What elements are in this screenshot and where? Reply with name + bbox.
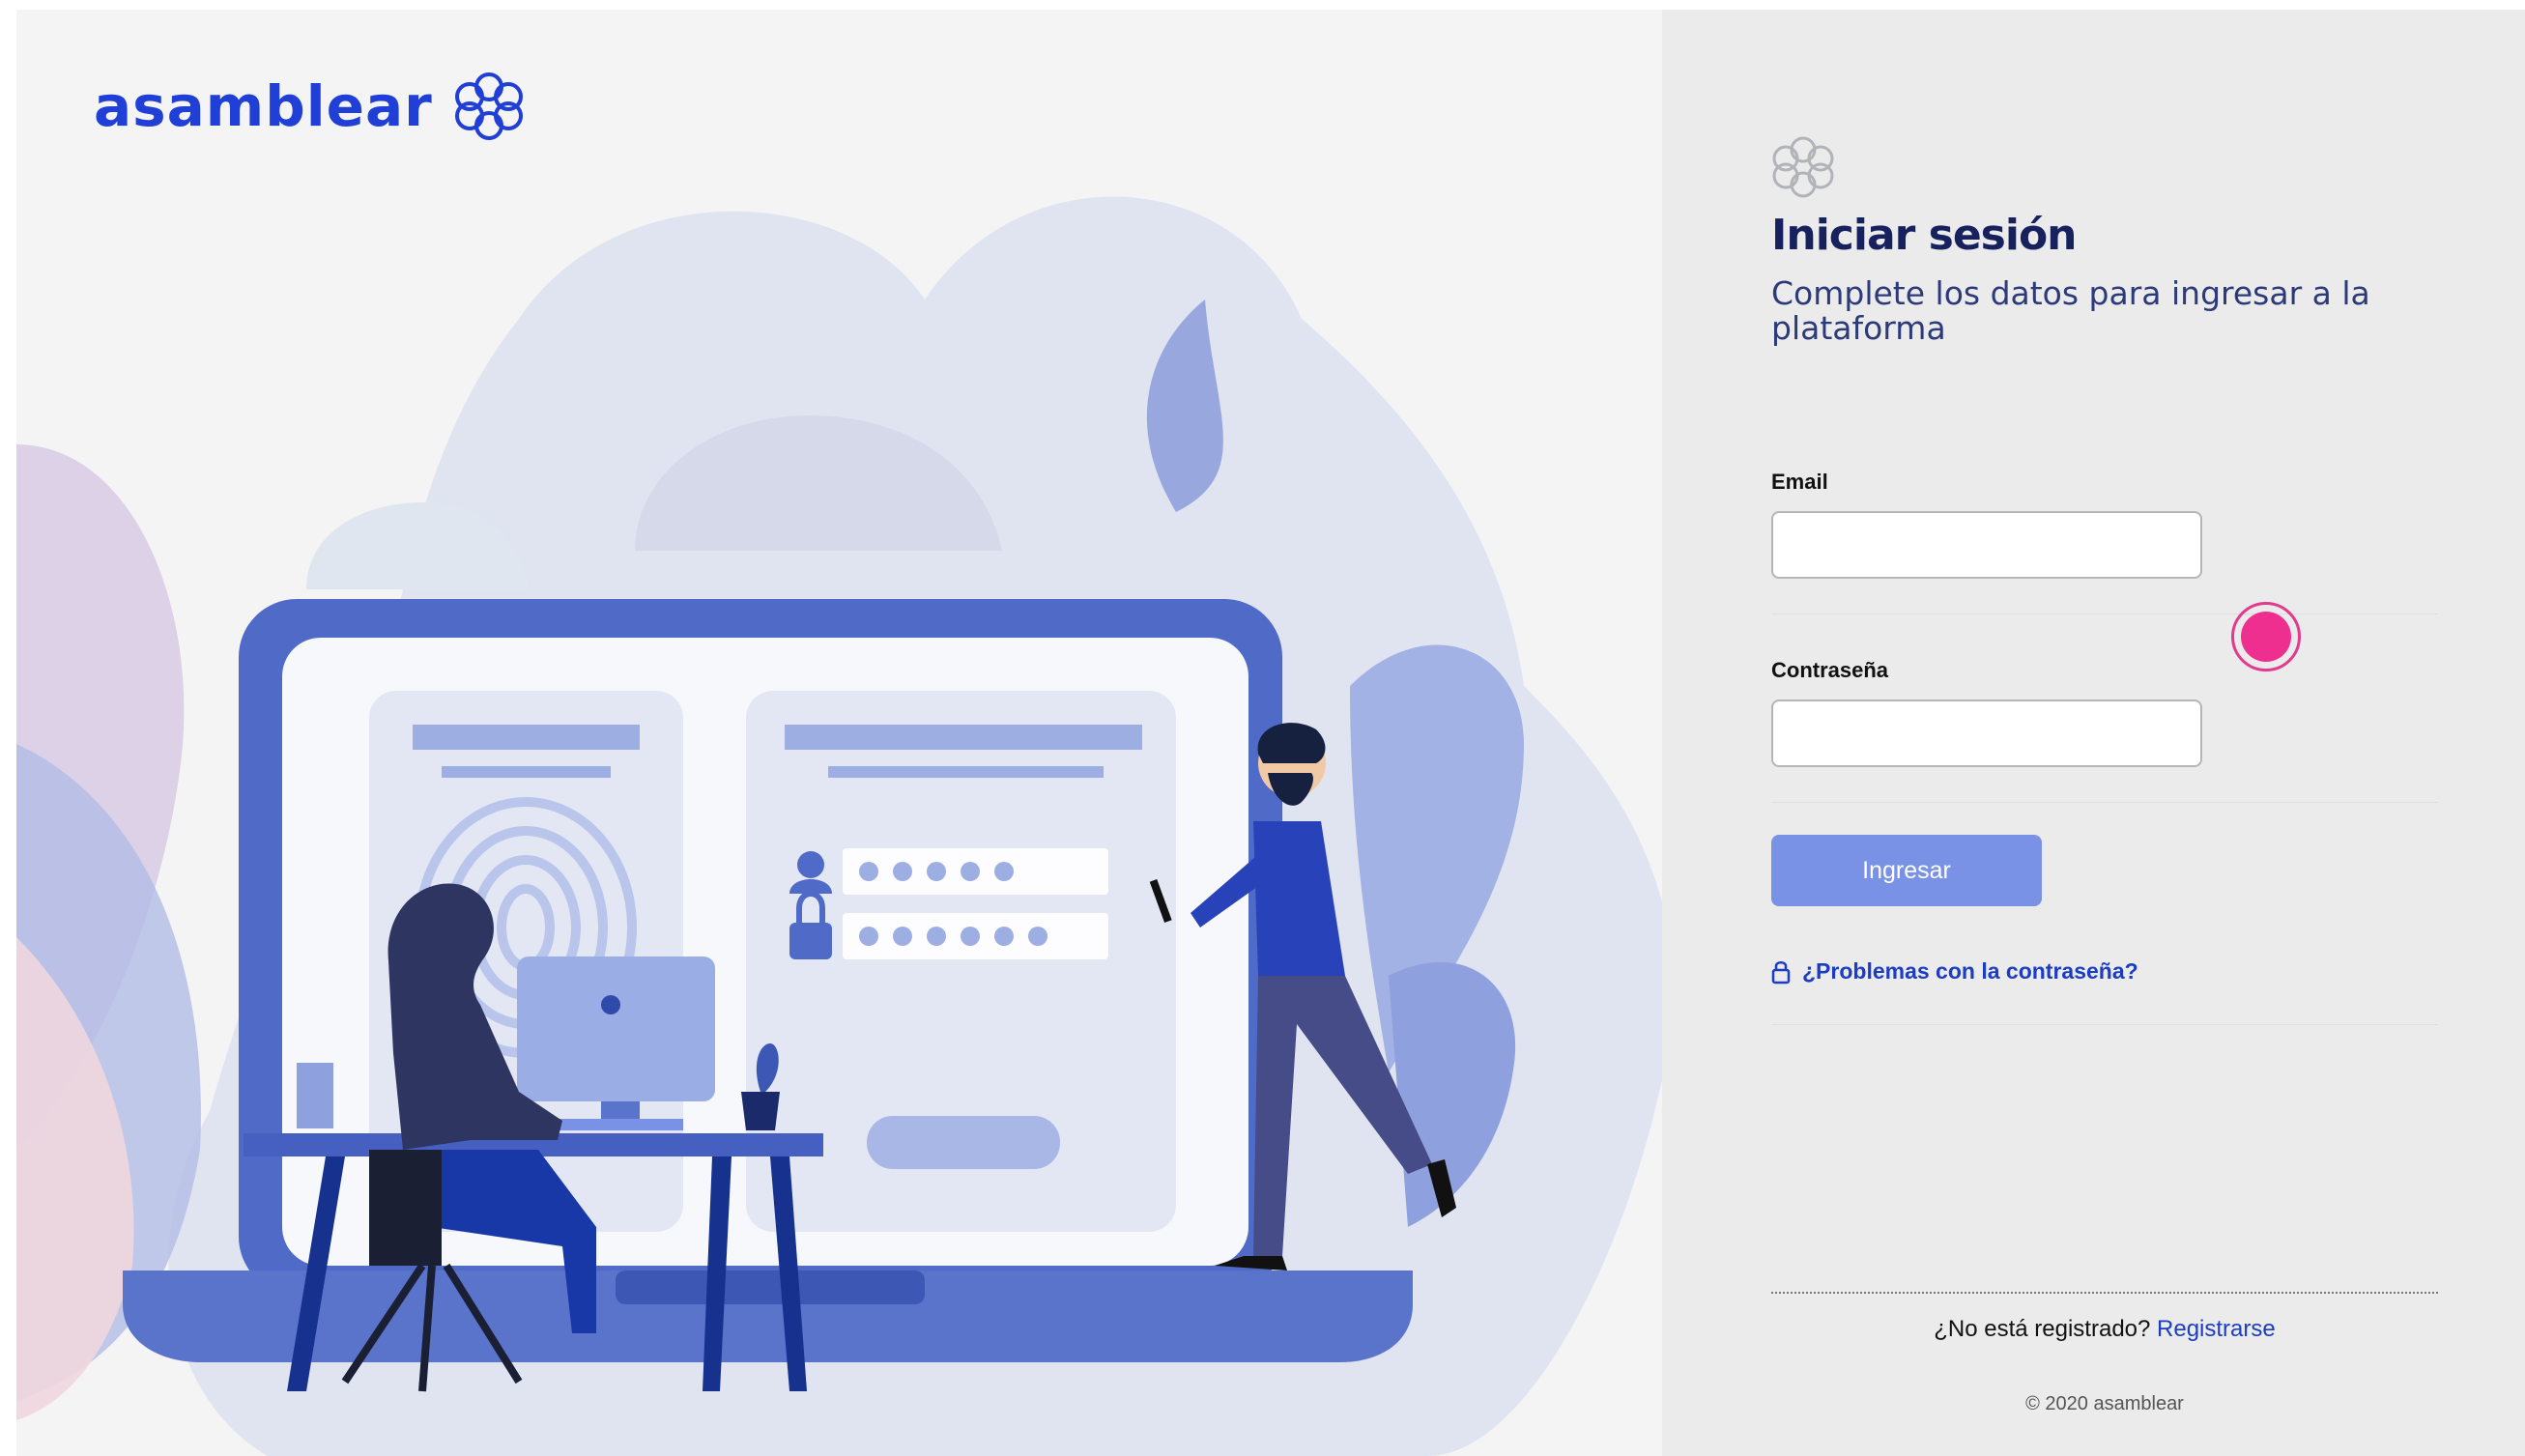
panel-button-shape — [867, 1116, 1060, 1169]
lock-icon — [1771, 960, 1791, 984]
footer-divider — [1771, 1292, 2438, 1294]
cursor-indicator — [2231, 602, 2301, 671]
forgot-password-link[interactable]: ¿Problemas con la contraseña? — [1771, 958, 2138, 985]
email-label: Email — [1771, 470, 1828, 494]
flower-logo-icon — [1772, 136, 1834, 198]
password-input[interactable] — [1771, 699, 2202, 767]
email-input[interactable] — [1771, 511, 2202, 579]
divider — [1771, 1024, 2438, 1025]
lock-shape — [789, 923, 832, 959]
monitor — [517, 956, 715, 1101]
submit-button[interactable]: Ingresar — [1771, 835, 2042, 906]
register-prompt-text: ¿No está registrado? — [1934, 1316, 2151, 1342]
security-illustration — [16, 196, 1662, 1456]
forgot-password-label: ¿Problemas con la contraseña? — [1802, 958, 2138, 984]
login-subtitle: Complete los datos para ingresar a la pl… — [1771, 274, 2370, 347]
copyright: © 2020 asamblear — [2025, 1393, 2184, 1414]
password-label: Contraseña — [1771, 658, 1889, 682]
illustration-pane: asamblear — [16, 10, 1662, 1456]
register-link[interactable]: Registrarse — [2157, 1316, 2276, 1342]
user-icon — [797, 851, 824, 878]
divider — [1771, 802, 2438, 803]
register-prompt: ¿No está registrado? Registrarse — [1771, 1316, 2438, 1343]
login-title: Iniciar sesión — [1771, 211, 2078, 260]
